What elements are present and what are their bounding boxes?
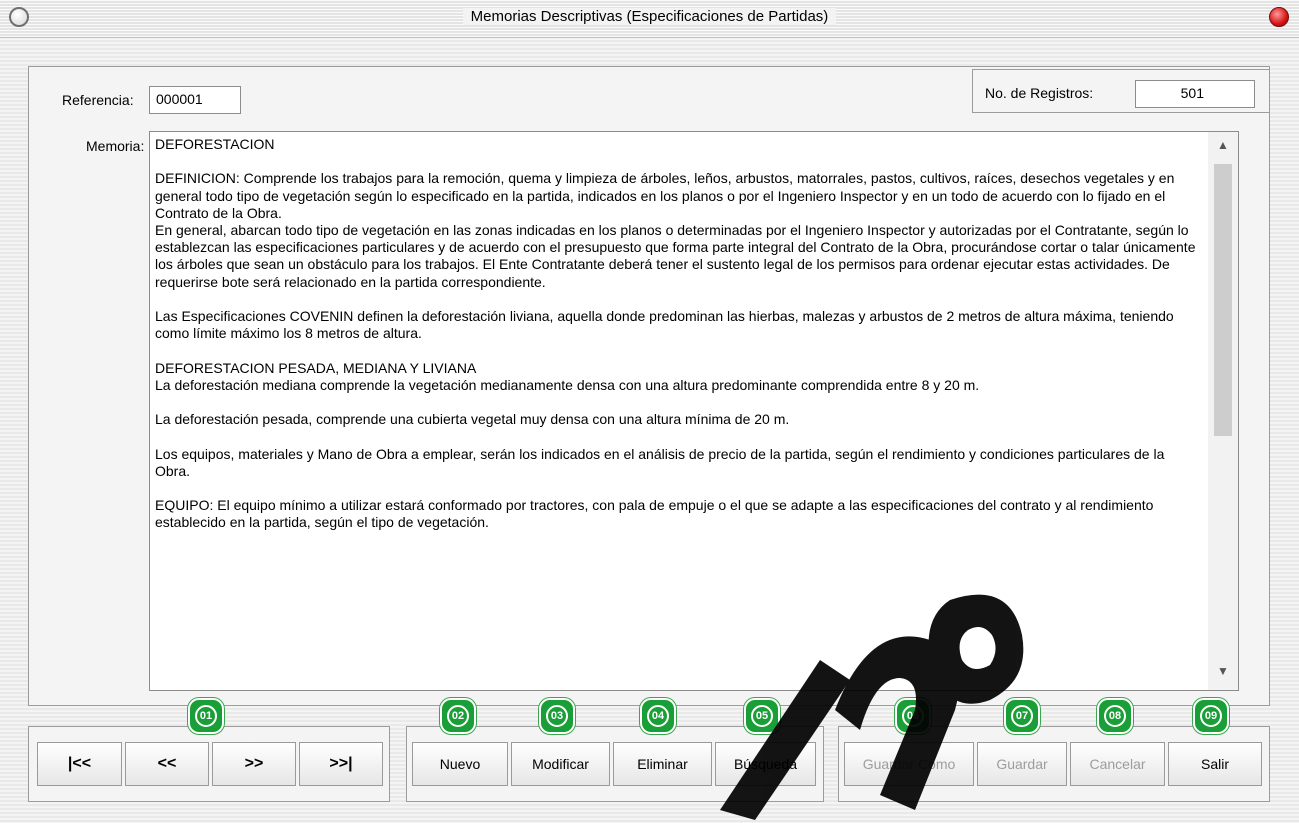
badge-01: 01: [188, 698, 224, 734]
next-record-button[interactable]: >>: [212, 742, 296, 786]
cancelar-button[interactable]: Cancelar: [1070, 742, 1165, 786]
memoria-textarea[interactable]: DEFORESTACION DEFINICION: Comprende los …: [149, 131, 1239, 691]
badge-07: 07: [1004, 698, 1040, 734]
badge-06: 06: [895, 698, 931, 734]
badge-09-label: 09: [1200, 705, 1222, 727]
window-title: Memorias Descriptivas (Especificaciones …: [462, 8, 837, 25]
guardar-como-button[interactable]: Guardar Como: [844, 742, 974, 786]
badge-05-label: 05: [751, 705, 773, 727]
previous-record-button[interactable]: <<: [125, 742, 209, 786]
first-record-button[interactable]: |<<: [37, 742, 122, 786]
badge-02: 02: [440, 698, 476, 734]
badge-09: 09: [1193, 698, 1229, 734]
close-icon[interactable]: [1269, 7, 1289, 27]
salir-button[interactable]: Salir: [1168, 742, 1262, 786]
badge-04: 04: [640, 698, 676, 734]
badge-01-label: 01: [195, 705, 217, 727]
referencia-input[interactable]: 000001: [149, 86, 241, 114]
eliminar-button[interactable]: Eliminar: [613, 742, 712, 786]
badge-07-label: 07: [1011, 705, 1033, 727]
badge-03-label: 03: [546, 705, 568, 727]
memoria-scrollbar[interactable]: ▲ ▼: [1208, 132, 1238, 690]
memoria-label: Memoria:: [86, 138, 145, 154]
registros-count-field: 501: [1135, 80, 1255, 108]
modificar-button[interactable]: Modificar: [511, 742, 610, 786]
badge-02-label: 02: [447, 705, 469, 727]
busqueda-button[interactable]: Búsqueda: [715, 742, 816, 786]
badge-04-label: 04: [647, 705, 669, 727]
memoria-text: DEFORESTACION DEFINICION: Comprende los …: [155, 136, 1196, 531]
title-bar: Memorias Descriptivas (Especificaciones …: [0, 0, 1299, 38]
nuevo-button[interactable]: Nuevo: [412, 742, 508, 786]
scroll-thumb[interactable]: [1214, 164, 1232, 436]
scroll-down-icon[interactable]: ▼: [1208, 664, 1238, 684]
referencia-label: Referencia:: [62, 92, 134, 108]
badge-08-label: 08: [1104, 705, 1126, 727]
registros-label: No. de Registros:: [985, 85, 1094, 101]
badge-08: 08: [1097, 698, 1133, 734]
badge-06-label: 06: [902, 705, 924, 727]
guardar-button[interactable]: Guardar: [977, 742, 1067, 786]
last-record-button[interactable]: >>|: [299, 742, 383, 786]
badge-05: 05: [744, 698, 780, 734]
badge-03: 03: [539, 698, 575, 734]
scroll-up-icon[interactable]: ▲: [1208, 138, 1238, 158]
